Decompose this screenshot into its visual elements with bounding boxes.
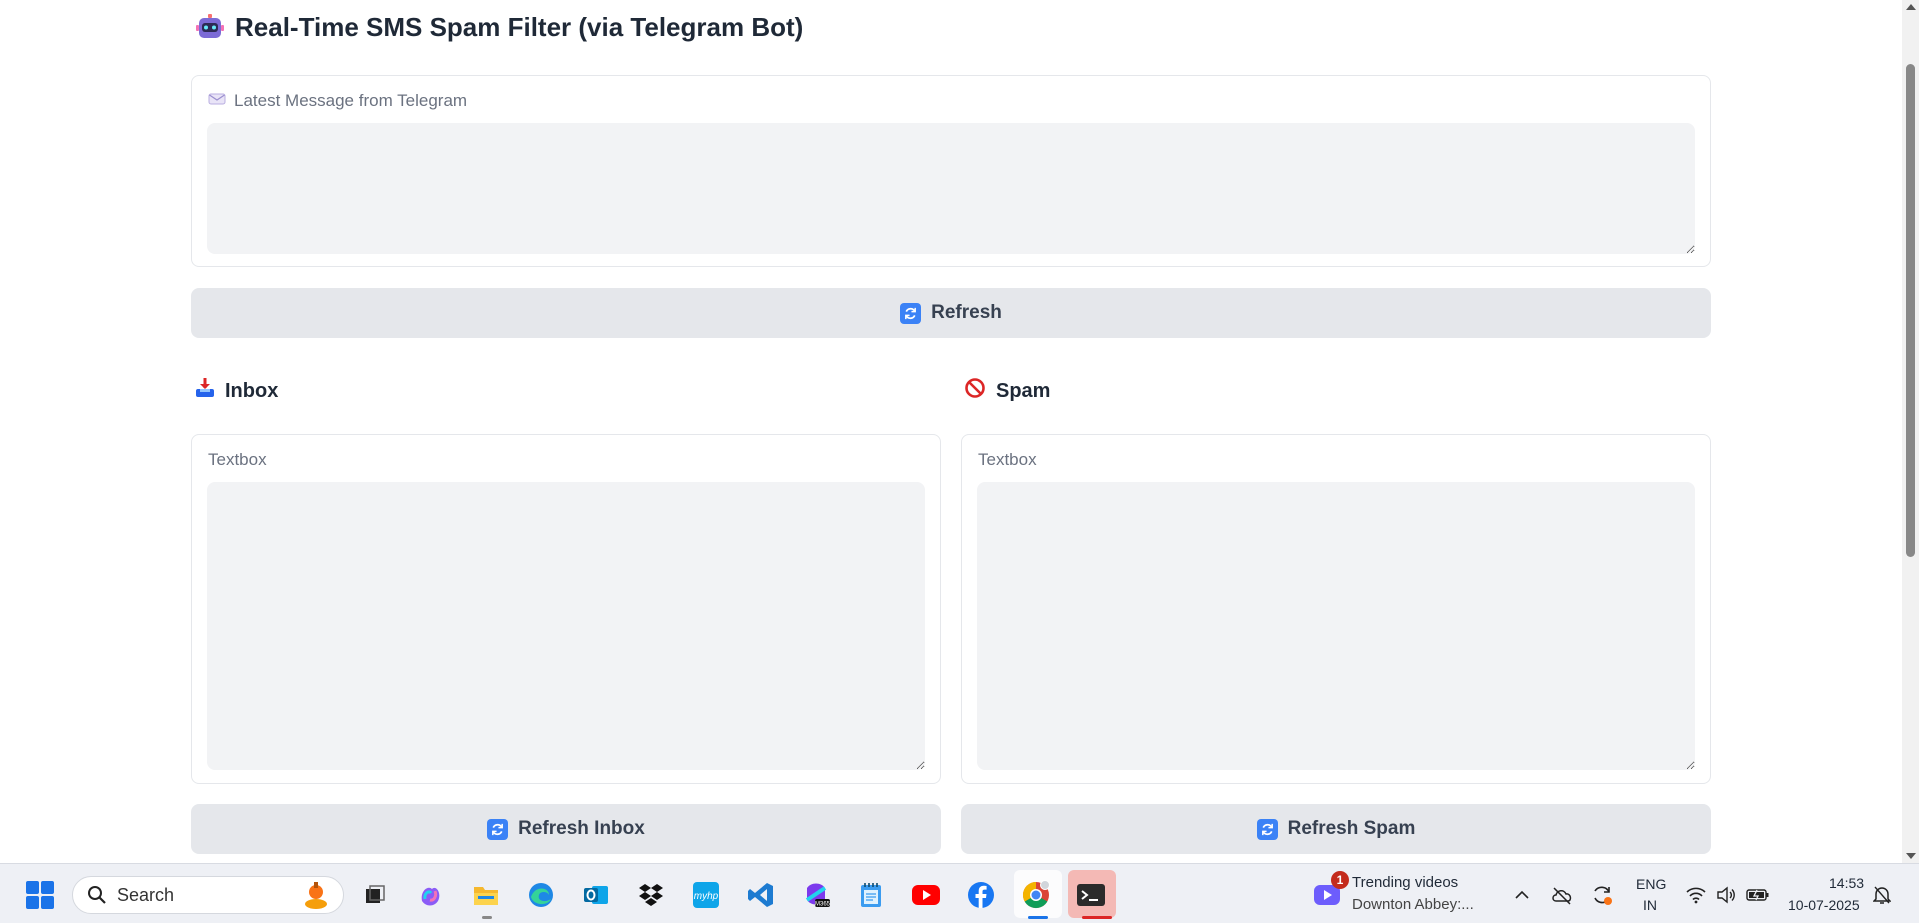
inbox-tray-icon [195,377,215,405]
refresh-spam-button[interactable]: Refresh Spam [961,804,1711,854]
scrollbar-thumb[interactable] [1906,64,1915,557]
copilot-icon[interactable] [414,879,446,911]
widget-subtitle[interactable]: Downton Abbey:... [1352,896,1474,913]
refresh-button[interactable]: Refresh [191,288,1711,338]
prohibited-icon [964,377,986,405]
youtube-icon[interactable] [910,879,942,911]
notepad-icon[interactable] [855,879,887,911]
refresh-icon [900,302,922,324]
myhp-icon[interactable]: myhp [690,879,722,911]
search-icon [88,886,106,904]
svg-text:myhp: myhp [694,891,719,902]
page-title-text: Real-Time SMS Spam Filter (via Telegram … [235,11,804,42]
edge-icon[interactable] [525,879,557,911]
envelope-icon [208,91,226,111]
taskbar-search[interactable]: Search [72,876,344,914]
search-highlight-icon [305,882,327,909]
refresh-spam-label: Refresh Spam [1287,818,1416,839]
widget-badge: 1 [1331,871,1349,889]
latest-message-label: Latest Message from Telegram [208,91,467,111]
widget-title[interactable]: Trending videos [1352,874,1458,891]
file-explorer-indicator [482,916,492,919]
terminal-icon[interactable] [1075,879,1107,911]
page-scrollbar[interactable] [1902,0,1919,863]
terminal-indicator [1082,916,1112,919]
dropbox-icon[interactable] [635,879,667,911]
outlook-icon[interactable] [580,879,612,911]
facebook-icon[interactable] [965,879,997,911]
battery-icon[interactable] [1742,879,1774,911]
scroll-up-arrow-icon[interactable] [1906,4,1916,10]
clock-time[interactable]: 14:53 [1829,875,1864,891]
sync-icon[interactable] [1586,879,1618,911]
spam-textbox-block: Textbox [961,434,1711,784]
robot-icon [195,12,225,42]
notification-bell-icon[interactable] [1870,879,1894,911]
taskbar-search-label: Search [117,884,175,905]
inbox-heading: Inbox [195,378,278,404]
language-line2[interactable]: IN [1643,897,1657,913]
refresh-inbox-button[interactable]: Refresh Inbox [191,804,941,854]
onedrive-offline-icon[interactable] [1546,879,1578,911]
latest-message-textarea[interactable] [207,123,1695,254]
svg-text:M365: M365 [815,902,831,908]
task-view-icon[interactable] [359,879,391,911]
inbox-textarea[interactable] [207,482,925,770]
desktop: Real-Time SMS Spam Filter (via Telegram … [0,0,1919,923]
windows-start-icon[interactable] [26,881,54,909]
refresh-inbox-label: Refresh Inbox [518,818,645,839]
refresh-button-label: Refresh [931,302,1002,323]
vscode-icon[interactable] [745,879,777,911]
page-title: Real-Time SMS Spam Filter (via Telegram … [195,10,803,44]
spam-heading: Spam [964,378,1050,404]
refresh-icon [487,818,509,840]
spam-textarea[interactable] [977,482,1695,770]
chrome-icon[interactable] [1020,879,1052,911]
m365-icon[interactable]: M365 [800,879,832,911]
latest-message-block: Latest Message from Telegram [191,75,1711,267]
spam-textbox-label: Textbox [978,450,1037,469]
chrome-indicator [1028,916,1048,919]
refresh-icon [1256,818,1278,840]
wifi-icon[interactable] [1680,879,1712,911]
file-explorer-icon[interactable] [470,879,502,911]
language-line1[interactable]: ENG [1636,876,1666,892]
scroll-down-arrow-icon[interactable] [1906,853,1916,859]
browser-viewport: Real-Time SMS Spam Filter (via Telegram … [0,0,1902,863]
show-hidden-icons-chevron-icon[interactable] [1506,879,1538,911]
clock-date[interactable]: 10-07-2025 [1788,897,1860,913]
taskbar: Search myhp M365 Trending videos Downton… [0,863,1919,923]
volume-icon[interactable] [1711,879,1743,911]
inbox-textbox-label: Textbox [208,450,267,469]
inbox-textbox-block: Textbox [191,434,941,784]
